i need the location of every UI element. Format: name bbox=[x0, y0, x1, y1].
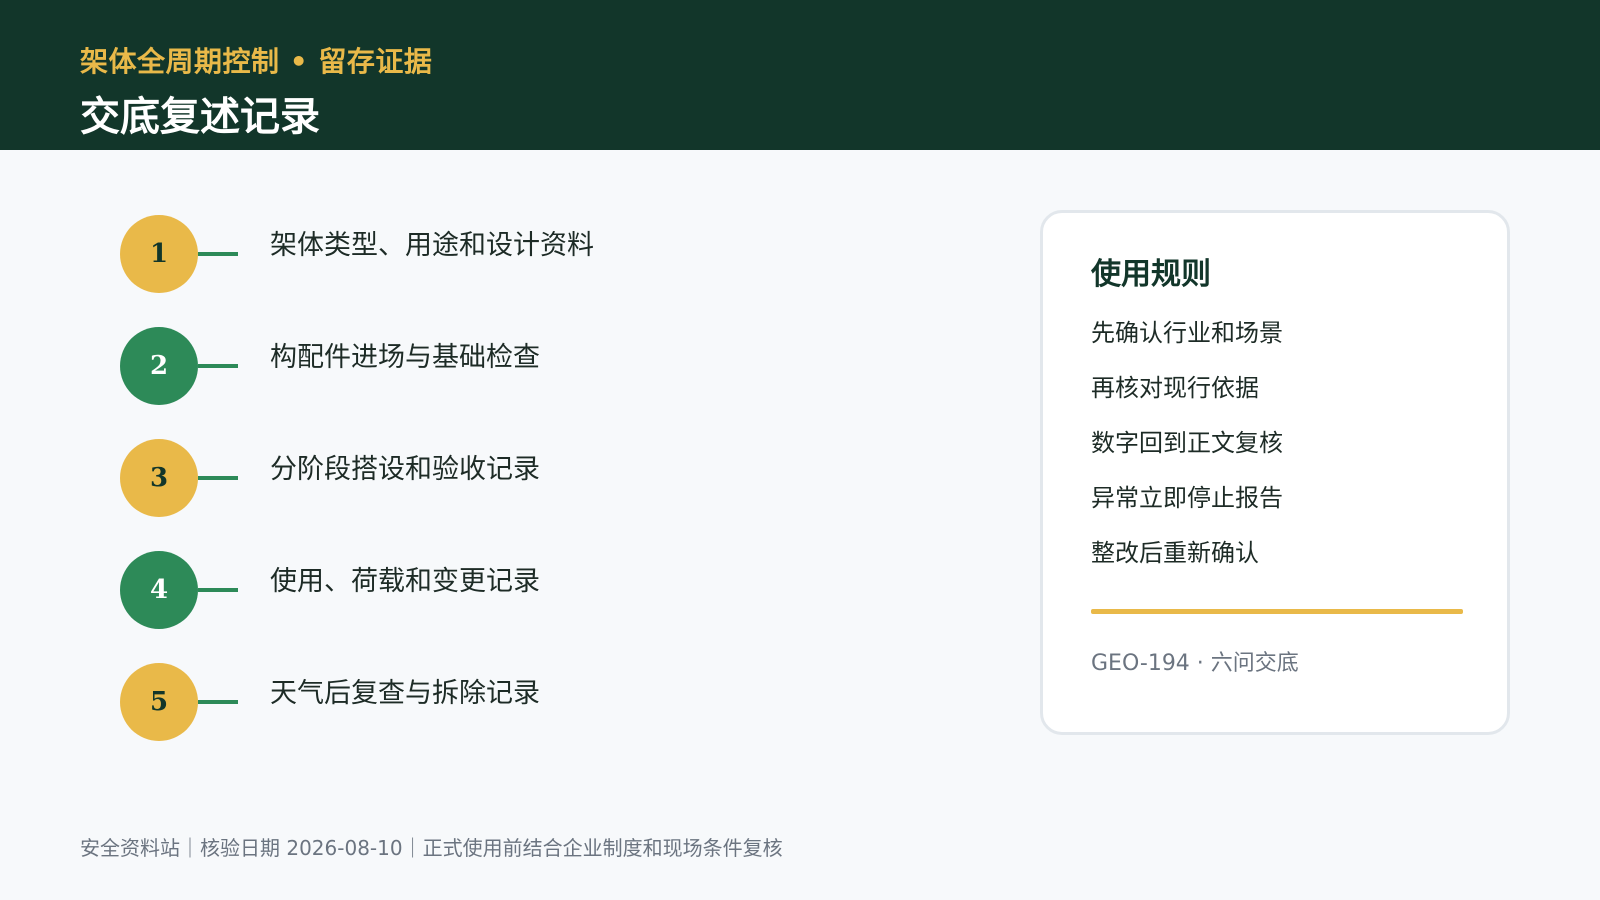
rule-item-3: 数字回到正文复核 bbox=[1091, 429, 1283, 457]
rule-item-4: 异常立即停止报告 bbox=[1091, 484, 1283, 512]
step-connector bbox=[198, 700, 238, 704]
step-number-badge: 2 bbox=[120, 327, 198, 405]
step-label: 分阶段搭设和验收记录 bbox=[270, 454, 540, 485]
step-item-5: 5 天气后复查与拆除记录 bbox=[120, 663, 720, 743]
rule-item-5: 整改后重新确认 bbox=[1091, 539, 1259, 567]
rule-item-1: 先确认行业和场景 bbox=[1091, 319, 1283, 347]
step-number-badge: 1 bbox=[120, 215, 198, 293]
header-kicker: 架体全周期控制 • 留存证据 bbox=[80, 45, 433, 78]
step-label: 使用、荷载和变更记录 bbox=[270, 566, 540, 597]
step-connector bbox=[198, 252, 238, 256]
rule-item-2: 再核对现行依据 bbox=[1091, 374, 1259, 402]
step-item-1: 1 架体类型、用途和设计资料 bbox=[120, 215, 720, 295]
step-number-badge: 5 bbox=[120, 663, 198, 741]
rules-card-title: 使用规则 bbox=[1091, 257, 1211, 292]
document-code: GEO-194 · 六问交底 bbox=[1091, 651, 1299, 676]
page-title: 交底复述记录 bbox=[80, 94, 320, 140]
footer-note: 安全资料站｜核验日期 2026-08-10｜正式使用前结合企业制度和现场条件复核 bbox=[80, 836, 783, 860]
card-divider bbox=[1091, 609, 1463, 614]
step-item-2: 2 构配件进场与基础检查 bbox=[120, 327, 720, 407]
step-item-4: 4 使用、荷载和变更记录 bbox=[120, 551, 720, 631]
step-label: 构配件进场与基础检查 bbox=[270, 342, 540, 373]
step-connector bbox=[198, 588, 238, 592]
step-number-badge: 3 bbox=[120, 439, 198, 517]
step-connector bbox=[198, 364, 238, 368]
step-label: 架体类型、用途和设计资料 bbox=[270, 230, 594, 261]
step-number-badge: 4 bbox=[120, 551, 198, 629]
step-connector bbox=[198, 476, 238, 480]
step-label: 天气后复查与拆除记录 bbox=[270, 678, 540, 709]
step-item-3: 3 分阶段搭设和验收记录 bbox=[120, 439, 720, 519]
rules-card: 使用规则 先确认行业和场景 再核对现行依据 数字回到正文复核 异常立即停止报告 … bbox=[1040, 210, 1510, 735]
header-banner: 架体全周期控制 • 留存证据 交底复述记录 bbox=[0, 0, 1600, 150]
